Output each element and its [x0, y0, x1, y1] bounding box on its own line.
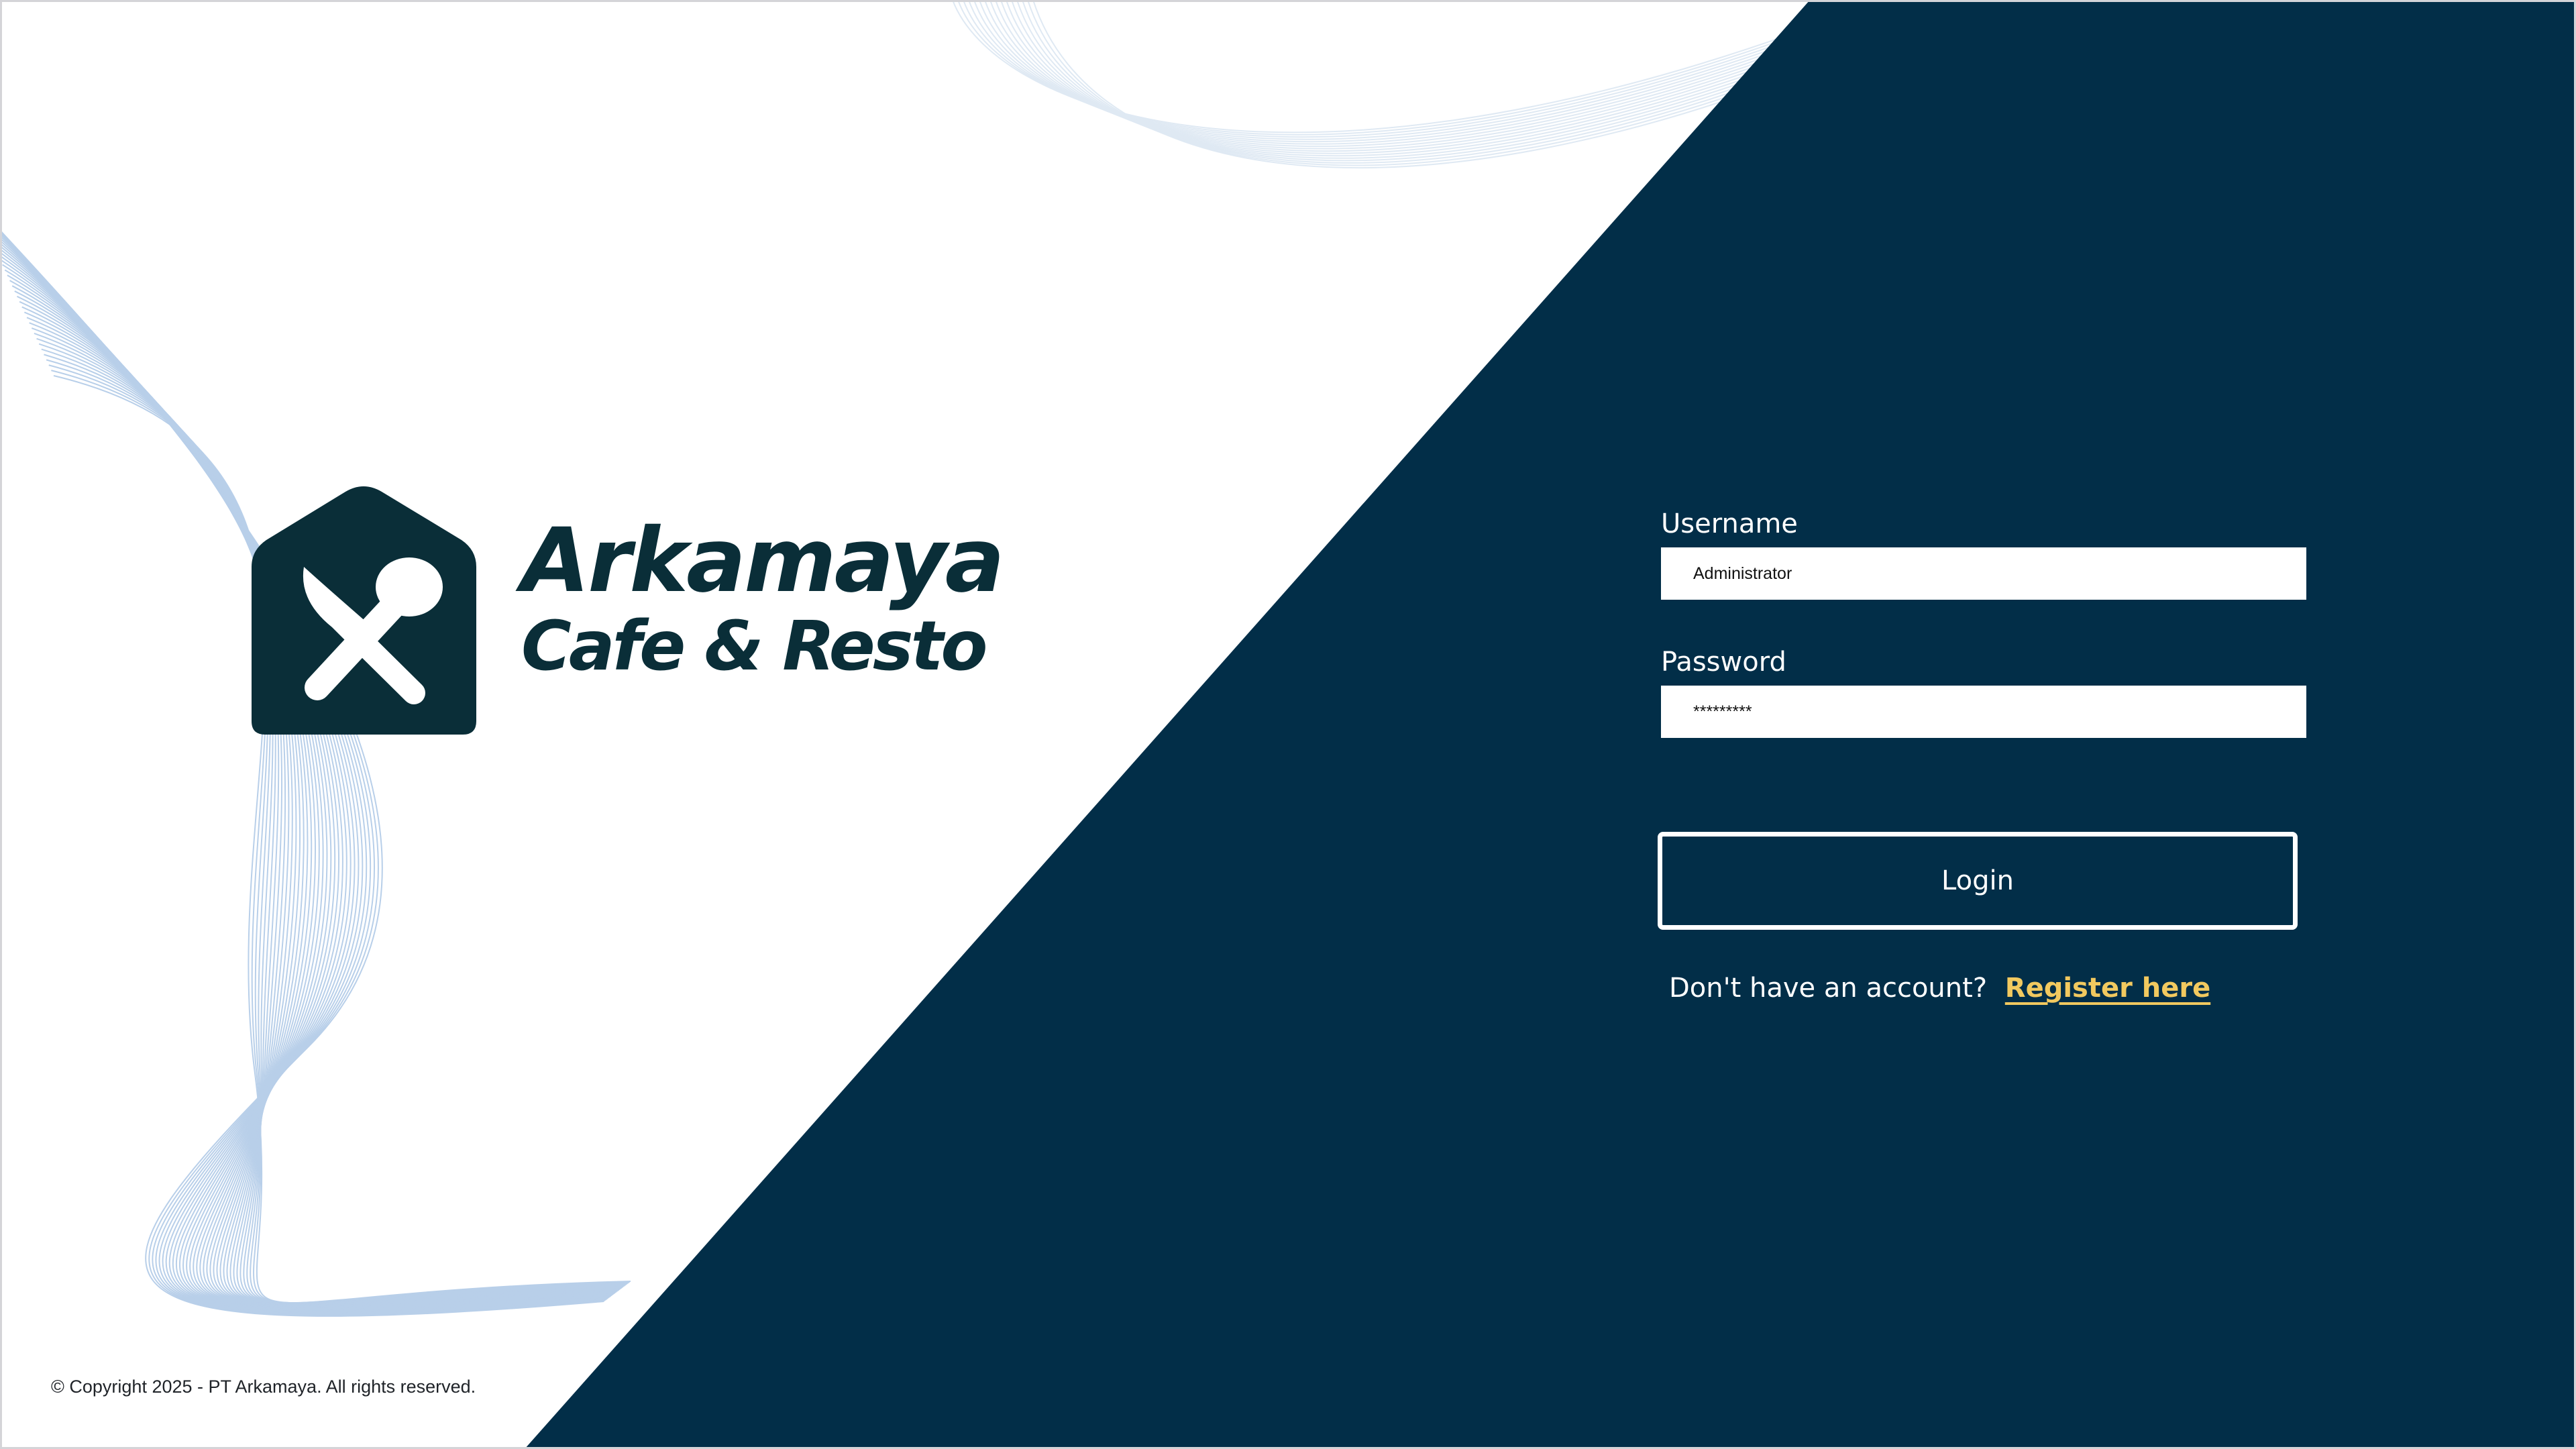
password-label: Password	[1661, 647, 1786, 678]
wave-line	[7, 274, 616, 1309]
wave-pattern-left	[0, 229, 631, 1317]
brand-name-line2: Cafe & Resto	[521, 606, 987, 686]
wave-line-top	[952, 0, 1812, 133]
wave-line-top	[957, 0, 1815, 136]
wave-line	[11, 285, 617, 1308]
wave-line	[0, 258, 613, 1311]
login-page: Arkamaya Cafe & Resto © Copyright 2025 -…	[0, 0, 2576, 1449]
login-button[interactable]: Login	[1658, 832, 2298, 930]
wave-line	[0, 232, 606, 1316]
wave-line-top	[963, 0, 1817, 138]
brand-logo: Arkamaya Cafe & Resto	[245, 486, 1005, 738]
login-form: Username Password Login Don't have an ac…	[1658, 508, 2309, 1004]
password-field[interactable]	[1661, 686, 2306, 738]
wave-line	[19, 301, 620, 1307]
register-row: Don't have an account? Register here	[1669, 973, 2309, 1004]
wave-line	[14, 290, 618, 1307]
wave-line	[0, 231, 605, 1316]
wave-line	[0, 229, 604, 1317]
register-prompt: Don't have an account?	[1669, 973, 1988, 1004]
wave-line	[23, 311, 621, 1306]
username-label: Username	[1661, 508, 1798, 539]
brand-name-line1: Arkamaya	[521, 509, 1005, 612]
username-field[interactable]	[1661, 547, 2306, 600]
house-fork-spoon-icon	[252, 486, 476, 735]
wave-line-top	[979, 0, 1825, 145]
register-link[interactable]: Register here	[2005, 973, 2210, 1004]
brand-name: Arkamaya Cafe & Resto	[521, 509, 1005, 686]
wave-line	[36, 337, 625, 1305]
wave-line	[26, 317, 622, 1305]
wave-line	[2, 264, 614, 1310]
copyright-text: © Copyright 2025 - PT Arkamaya. All righ…	[51, 1377, 476, 1397]
wave-line	[31, 327, 624, 1305]
